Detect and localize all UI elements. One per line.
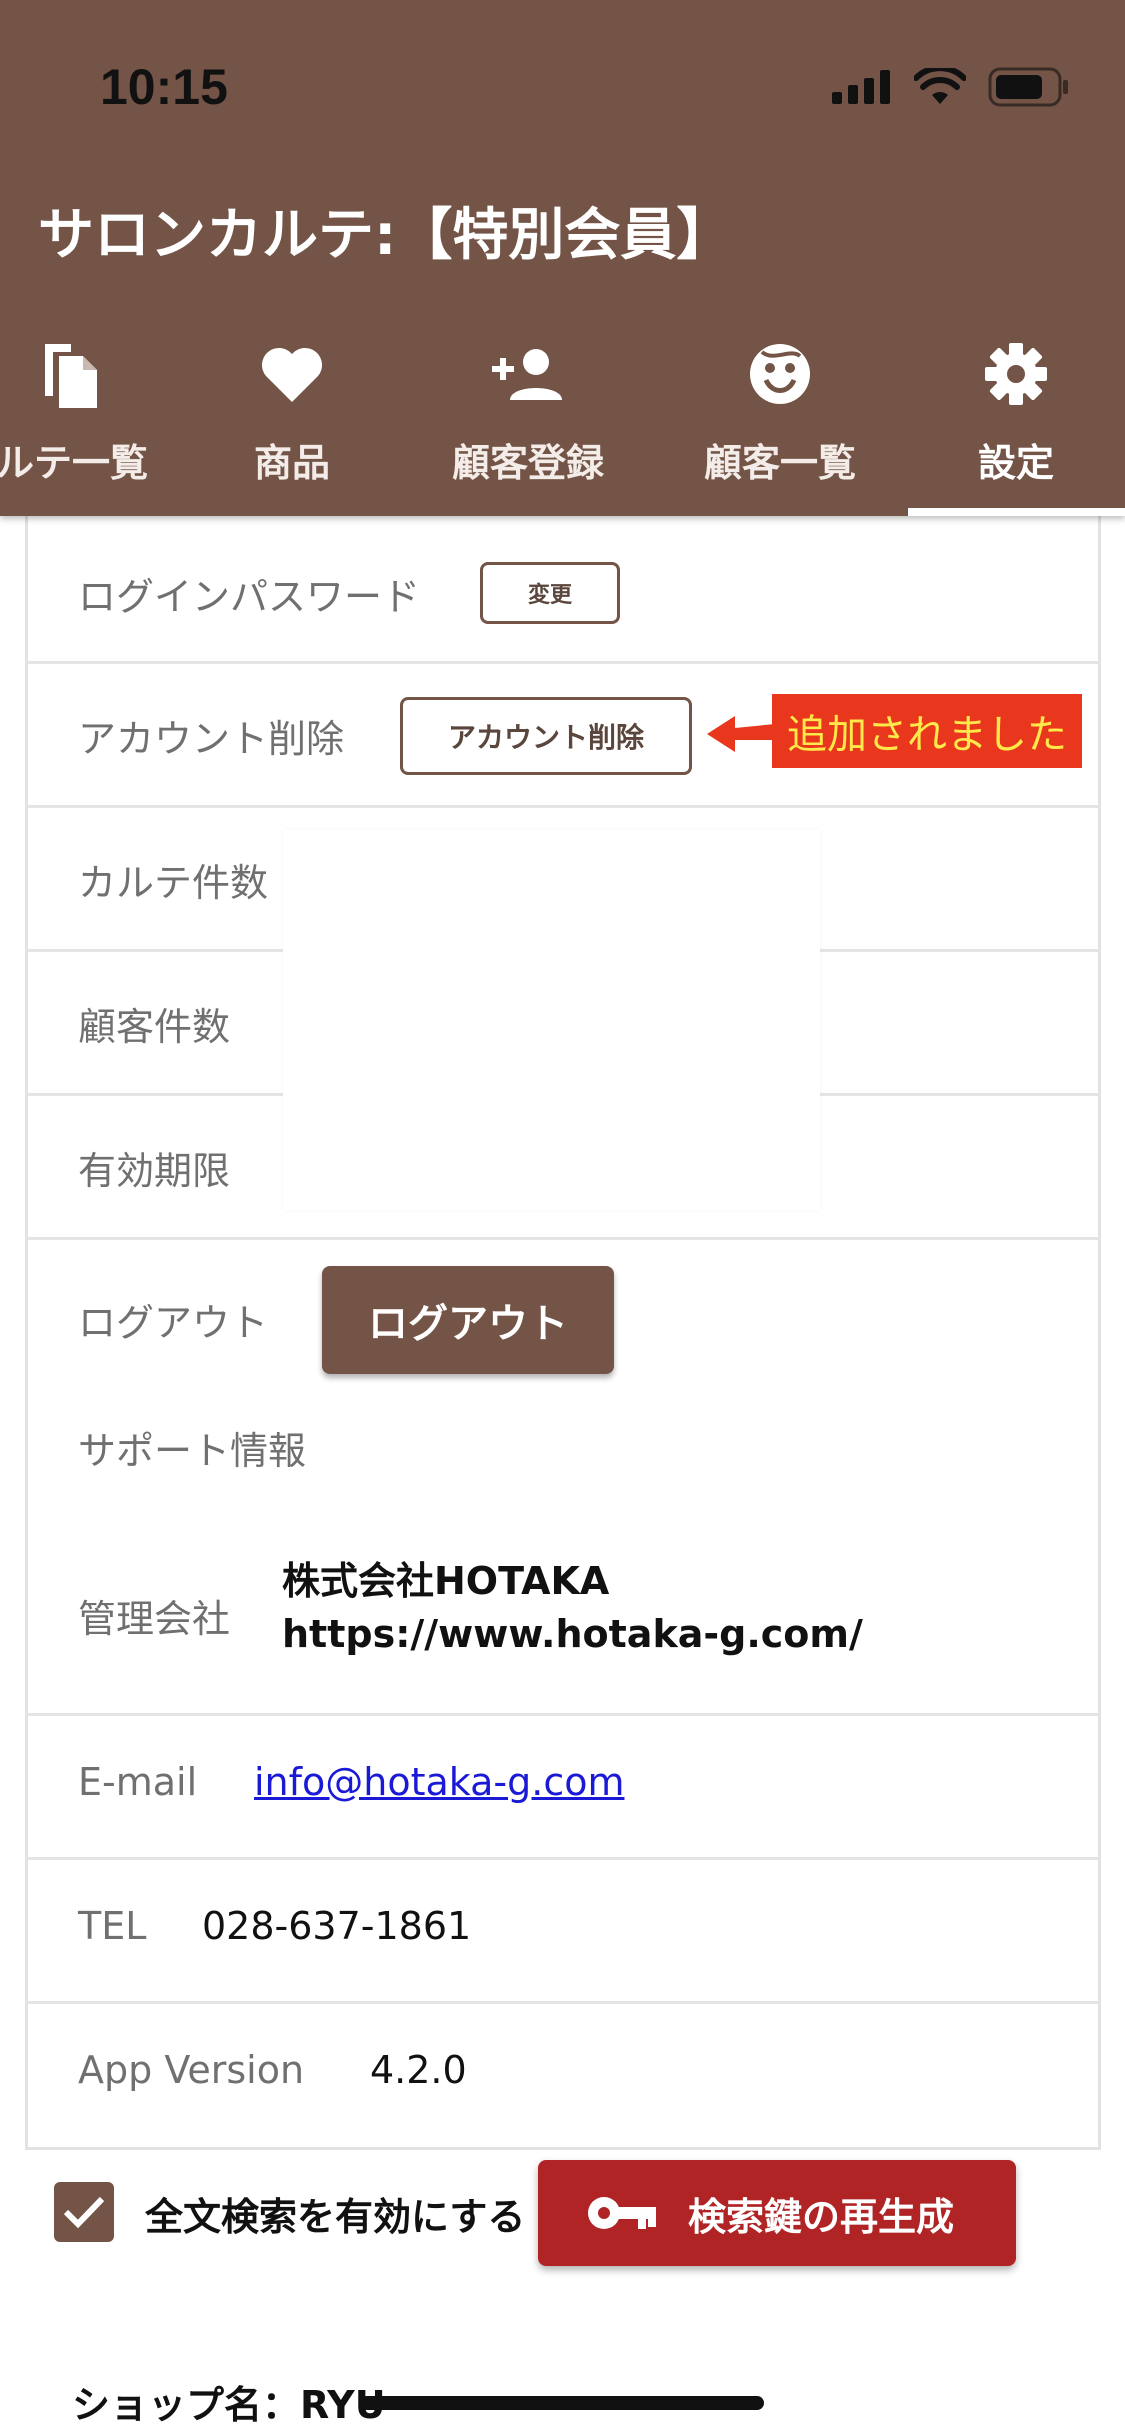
gear-icon: [983, 338, 1049, 410]
karte-count-label: カルテ件数: [78, 861, 269, 905]
app-header: 10:15 サロンカルテ:【特別会員】 ルテ一覧 商品 顧客登録 顧客一覧 設定: [0, 0, 1125, 516]
signal-icon: [832, 70, 890, 104]
regenerate-button-label: 検索鍵の再生成: [688, 2194, 955, 2239]
version-label: App Version: [78, 2048, 305, 2092]
tab-customer-register[interactable]: 顧客登録: [418, 330, 638, 516]
redaction-box: [283, 830, 820, 1210]
settings-row-email: E-mail info@hotaka-g.com: [28, 1716, 1098, 1860]
fulltext-search-label: 全文検索を有効にする: [145, 2195, 526, 2239]
shop-name: ショップ名：RYU: [72, 2383, 386, 2427]
settings-row-company: 管理会社 株式会社HOTAKA https://www.hotaka-g.com…: [28, 1510, 1098, 1716]
company-label: 管理会社: [78, 1597, 231, 1641]
settings-row-tel: TEL 028-637-1861: [28, 1860, 1098, 2004]
face-icon: [748, 338, 812, 410]
support-heading-row: サポート情報: [28, 1390, 1098, 1510]
tab-karte-list[interactable]: ルテ一覧: [0, 330, 182, 516]
check-icon: [63, 2196, 105, 2229]
customer-count-label: 顧客件数: [78, 1005, 231, 1049]
status-time: 10:15: [100, 59, 228, 115]
email-link[interactable]: info@hotaka-g.com: [254, 1760, 624, 1804]
wifi-icon: [914, 68, 966, 104]
copy-file-icon: [37, 338, 107, 410]
key-icon: [586, 2193, 658, 2233]
company-url[interactable]: https://www.hotaka-g.com/: [282, 1612, 863, 1656]
password-label: ログインパスワード: [78, 575, 421, 619]
logout-label: ログアウト: [78, 1301, 269, 1345]
expiry-label: 有効期限: [78, 1149, 231, 1193]
fulltext-search-checkbox[interactable]: [54, 2182, 114, 2242]
tab-label: 顧客一覧: [703, 441, 856, 485]
battery-icon: [988, 67, 1068, 107]
regenerate-search-key-button[interactable]: 検索鍵の再生成: [538, 2160, 1016, 2266]
settings-row-logout: ログアウト ログアウト: [28, 1240, 1098, 1390]
company-name: 株式会社HOTAKA: [282, 1559, 610, 1603]
logout-button[interactable]: ログアウト: [322, 1266, 614, 1374]
settings-row-version: App Version 4.2.0: [28, 2004, 1098, 2146]
delete-account-label: アカウント削除: [78, 717, 345, 761]
status-icons: [832, 62, 1070, 112]
tel-value[interactable]: 028-637-1861: [202, 1904, 471, 1948]
delete-account-button[interactable]: アカウント削除: [400, 697, 692, 775]
settings-row-password: ログインパスワード 変更: [28, 516, 1098, 664]
email-label: E-mail: [78, 1760, 198, 1804]
annotation-arrow-icon: [707, 716, 775, 752]
version-value: 4.2.0: [370, 2048, 467, 2092]
home-indicator[interactable]: [360, 2396, 764, 2410]
active-tab-indicator: [908, 508, 1125, 516]
heart-icon: [259, 338, 325, 410]
tab-settings[interactable]: 設定: [906, 330, 1125, 516]
tel-label: TEL: [78, 1904, 147, 1948]
tab-products[interactable]: 商品: [182, 330, 402, 516]
tab-label: 顧客登録: [451, 441, 604, 485]
tab-label: 商品: [253, 441, 330, 485]
tab-label: 設定: [977, 441, 1054, 485]
tab-customer-list[interactable]: 顧客一覧: [670, 330, 890, 516]
tab-label: ルテ一覧: [0, 441, 148, 485]
annotation-label: 追加されました: [772, 694, 1082, 768]
support-heading: サポート情報: [78, 1429, 307, 1473]
tab-bar: ルテ一覧 商品 顧客登録 顧客一覧 設定: [0, 330, 1125, 516]
app-title: サロンカルテ:【特別会員】: [38, 203, 733, 268]
change-password-button[interactable]: 変更: [480, 562, 620, 624]
add-person-icon: [488, 338, 568, 410]
